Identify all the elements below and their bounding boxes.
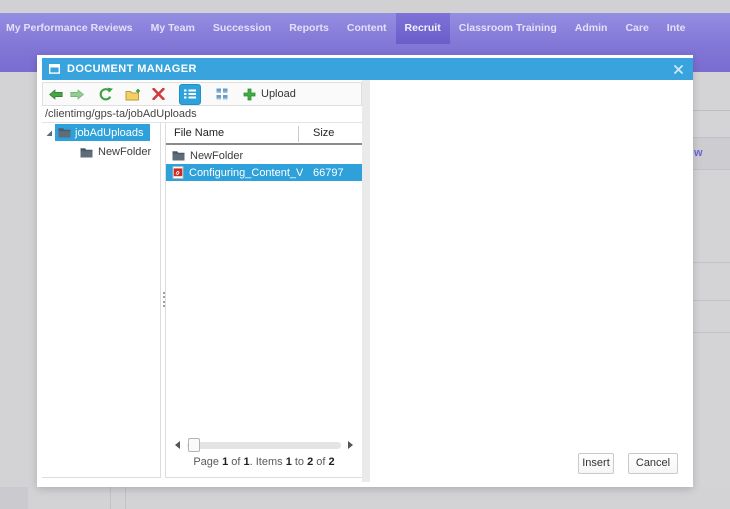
file-browser-section: Upload /clientimg/gps-ta/jobAdUploads jo… bbox=[42, 82, 362, 478]
file-list: File Name Size NewFolder Configuring_Con… bbox=[166, 123, 362, 478]
tree-node-jobaduploads[interactable]: jobAdUploads bbox=[42, 124, 150, 141]
refresh-icon[interactable] bbox=[98, 87, 113, 102]
scroll-right-icon[interactable] bbox=[348, 441, 353, 449]
nav-item-admin[interactable]: Admin bbox=[566, 13, 617, 44]
address-bar[interactable]: /clientimg/gps-ta/jobAdUploads bbox=[42, 106, 362, 123]
background-panel-fragment bbox=[0, 487, 28, 509]
nav-item-truncated[interactable]: Inte bbox=[658, 13, 695, 44]
splitter-grip-icon[interactable] bbox=[162, 289, 165, 310]
horizontal-scrollbar bbox=[166, 437, 362, 453]
nav-item-classroom-training[interactable]: Classroom Training bbox=[450, 13, 566, 44]
nav-item-my-performance-reviews[interactable]: My Performance Reviews bbox=[0, 13, 142, 44]
folder-icon bbox=[172, 151, 185, 161]
upload-button[interactable]: Upload bbox=[261, 88, 296, 100]
nav-item-care[interactable]: Care bbox=[616, 13, 657, 44]
new-folder-icon[interactable] bbox=[125, 88, 141, 101]
file-name: NewFolder bbox=[190, 149, 244, 162]
background-table-row bbox=[693, 332, 730, 482]
column-header-size[interactable]: Size bbox=[313, 123, 334, 144]
nav-item-content[interactable]: Content bbox=[338, 13, 396, 44]
nav-item-my-team[interactable]: My Team bbox=[142, 13, 204, 44]
tree-node-selected-label[interactable]: jobAdUploads bbox=[55, 124, 150, 141]
file-list-header: File Name Size bbox=[166, 123, 362, 145]
insert-button[interactable]: Insert bbox=[578, 453, 614, 474]
cancel-button[interactable]: Cancel bbox=[628, 453, 678, 474]
dialog-title: DOCUMENT MANAGER bbox=[67, 63, 197, 75]
tree-node-label: jobAdUploads bbox=[75, 126, 144, 139]
thumbnails-view-icon[interactable] bbox=[216, 88, 228, 100]
nav-item-recruit[interactable]: Recruit bbox=[395, 13, 450, 44]
document-manager-dialog: DOCUMENT MANAGER Upload /clientimg/gps-t… bbox=[37, 55, 693, 487]
background-table-row bbox=[693, 300, 730, 332]
delete-icon[interactable] bbox=[152, 88, 165, 100]
screen: My Performance Reviews My Team Successio… bbox=[0, 0, 730, 509]
back-icon[interactable] bbox=[49, 88, 63, 100]
window-top-strip bbox=[0, 0, 730, 13]
forward-icon[interactable] bbox=[70, 88, 84, 100]
dialog-titlebar[interactable]: DOCUMENT MANAGER bbox=[42, 58, 693, 80]
browser-panels: jobAdUploads NewFolder File Name Size Ne… bbox=[42, 123, 362, 478]
panel-gap bbox=[362, 80, 370, 482]
background-table-row bbox=[693, 262, 730, 300]
folder-icon bbox=[58, 128, 71, 138]
background-divider bbox=[110, 487, 111, 509]
scrollbar-thumb[interactable] bbox=[188, 438, 200, 452]
window-icon bbox=[49, 64, 60, 74]
scrollbar-track[interactable] bbox=[187, 438, 341, 452]
column-separator bbox=[298, 126, 299, 142]
toolbar: Upload bbox=[42, 82, 362, 106]
close-icon[interactable] bbox=[674, 64, 683, 74]
pdf-icon bbox=[172, 166, 184, 179]
background-partial-link: w bbox=[694, 147, 703, 159]
nav-item-succession[interactable]: Succession bbox=[204, 13, 280, 44]
file-row-configuring-content-vendor[interactable]: Configuring_Content_Vendo 66797 bbox=[166, 164, 362, 181]
column-header-file-name[interactable]: File Name bbox=[174, 123, 224, 144]
background-table-fragment: w bbox=[693, 72, 730, 487]
tree-node-newfolder[interactable]: NewFolder bbox=[80, 144, 151, 160]
file-row-newfolder[interactable]: NewFolder bbox=[166, 147, 362, 164]
tree-expand-icon[interactable] bbox=[45, 129, 53, 137]
scroll-left-icon[interactable] bbox=[175, 441, 180, 449]
background-table-row bbox=[693, 110, 730, 137]
background-divider bbox=[125, 487, 126, 509]
file-size: 66797 bbox=[313, 166, 344, 179]
background-table-row: w bbox=[693, 137, 730, 170]
file-name: Configuring_Content_Vendo bbox=[189, 166, 303, 179]
pager-status: Page 1 of 1. Items 1 to 2 of 2 bbox=[193, 456, 335, 468]
folder-tree: jobAdUploads NewFolder bbox=[42, 123, 160, 478]
tree-node-label: NewFolder bbox=[98, 146, 152, 158]
folder-icon bbox=[80, 147, 93, 157]
nav-item-reports[interactable]: Reports bbox=[280, 13, 338, 44]
upload-plus-icon[interactable] bbox=[243, 88, 256, 101]
list-view-button[interactable] bbox=[179, 83, 201, 105]
